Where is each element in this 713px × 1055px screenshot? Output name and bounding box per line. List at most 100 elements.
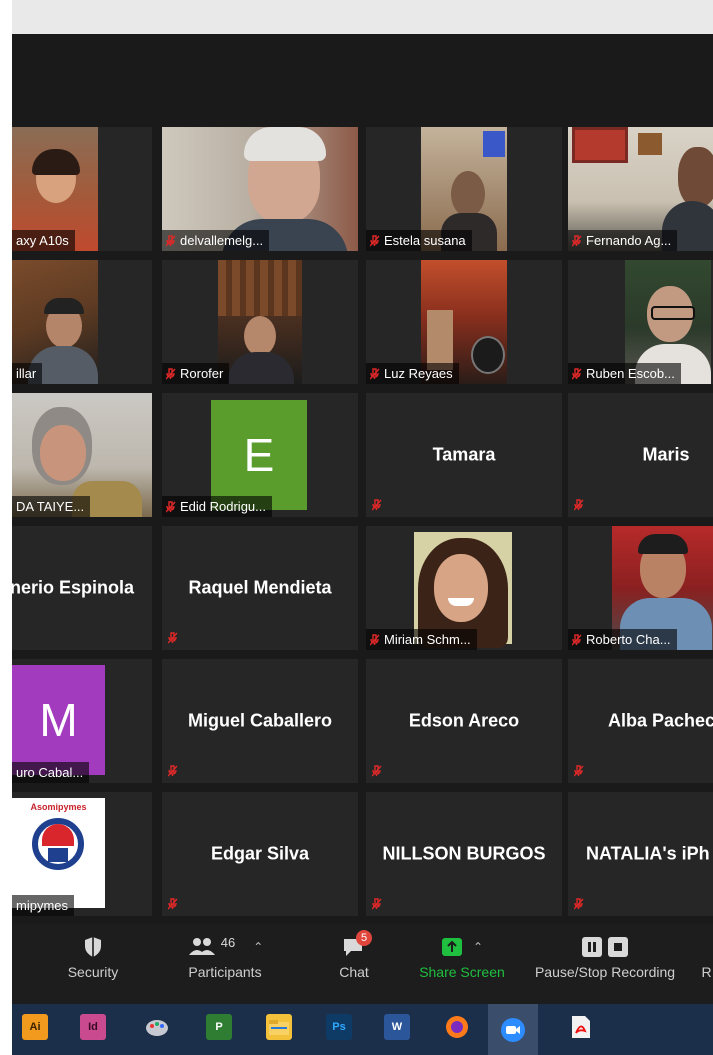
participants-button[interactable]: 46 ⌃ Participants (180, 930, 270, 981)
participant-name-label: delvallemelg... (162, 230, 270, 251)
participant-tile[interactable]: Miguel Caballero (162, 659, 358, 783)
photoshop-icon[interactable]: Ps (326, 1014, 352, 1040)
muted-mic-icon (370, 367, 380, 380)
pause-stop-recording-label: Pause/Stop Recording (534, 964, 676, 980)
participant-name-label: mipymes (12, 895, 75, 916)
participant-tile[interactable]: Edson Areco (366, 659, 562, 783)
participant-name-label: Edid Rodrigu... (162, 496, 272, 517)
word-icon[interactable]: W (384, 1014, 410, 1040)
participant-tile[interactable]: Maris (568, 393, 713, 517)
participant-tile[interactable]: illar (12, 260, 152, 384)
paint-icon[interactable] (144, 1014, 170, 1040)
share-screen-label: Share Screen (419, 964, 505, 980)
participant-name-label: Ruben Escob... (568, 363, 681, 384)
people-icon (188, 938, 215, 955)
muted-mic-icon (574, 898, 584, 910)
participant-tile[interactable]: Raquel Mendieta (162, 526, 358, 650)
participants-label: Participants (188, 964, 262, 980)
muted-mic-icon (168, 765, 178, 777)
participant-tile[interactable]: Rorofer (162, 260, 358, 384)
indesign-icon[interactable]: Id (80, 1014, 106, 1040)
muted-mic-icon (372, 499, 382, 511)
participant-tile[interactable]: Luz Reyaes (366, 260, 562, 384)
participant-tile[interactable]: axy A10s (12, 127, 152, 251)
participant-avatar: E (211, 400, 307, 510)
participant-name: NATALIA's iPh (586, 843, 710, 864)
pause-icon (582, 937, 602, 957)
participant-name-label: Luz Reyaes (366, 363, 459, 384)
windows-taskbar: Ai Id P Ps W (12, 1004, 713, 1055)
muted-mic-icon (168, 898, 178, 910)
muted-mic-icon (166, 500, 176, 513)
truncated-toolbar-label: R (701, 964, 712, 980)
truncated-toolbar-button[interactable]: R (700, 930, 713, 980)
project-icon[interactable]: P (206, 1014, 232, 1040)
firefox-icon[interactable] (444, 1014, 470, 1040)
participant-name-label: Fernando Ag... (568, 230, 678, 251)
participant-tile[interactable]: delvallemelg... (162, 127, 358, 251)
share-screen-button[interactable]: ⌃ Share Screen (416, 930, 508, 980)
file-explorer-icon[interactable] (266, 1014, 292, 1040)
participant-tile[interactable]: DA TAIYE... (12, 393, 152, 517)
participant-tile[interactable]: Miriam Schm... (366, 526, 562, 650)
share-screen-icon (441, 938, 462, 956)
participant-name-label: Roberto Cha... (568, 629, 677, 650)
muted-mic-icon (372, 765, 382, 777)
pause-stop-recording-button[interactable]: Pause/Stop Recording (530, 930, 680, 980)
participant-name: Edgar Silva (210, 843, 310, 864)
participant-tile[interactable]: Roberto Cha... (568, 526, 713, 650)
acrobat-icon[interactable] (568, 1014, 594, 1040)
participant-tile[interactable]: Alba Pacheco (568, 659, 713, 783)
zoom-icon[interactable] (488, 1004, 538, 1055)
participant-tile[interactable]: Asomipymes mipymes (12, 792, 152, 916)
security-button[interactable]: Security (58, 930, 128, 980)
participant-name-label: uro Cabal... (12, 762, 90, 783)
participant-avatar: M (12, 665, 105, 775)
participant-name-label: axy A10s (12, 230, 75, 251)
muted-mic-icon (370, 234, 380, 247)
muted-mic-icon (166, 367, 176, 380)
participant-name: Raquel Mendieta (188, 577, 332, 598)
participant-tile[interactable]: NILLSON BURGOS (366, 792, 562, 916)
meeting-controls-toolbar: Security 46 ⌃ Participants 5 Chat ⌃ Shar… (12, 924, 713, 1004)
participant-name: Alba Pacheco (608, 710, 713, 731)
participant-tile[interactable]: NATALIA's iPh (568, 792, 713, 916)
muted-mic-icon (372, 898, 382, 910)
participant-tile[interactable]: Tamara (366, 393, 562, 517)
illustrator-icon[interactable]: Ai (22, 1014, 48, 1040)
zoom-gallery-view: axy A10s delvallemelg... Estela susana F… (12, 34, 713, 1002)
window-top-bar (0, 0, 713, 34)
participant-tile[interactable]: Ruben Escob... (568, 260, 713, 384)
chat-button[interactable]: 5 Chat (324, 930, 384, 980)
chat-label: Chat (339, 964, 369, 980)
participants-count: 46 (220, 934, 236, 950)
participant-tile[interactable]: nerio Espinola (12, 526, 152, 650)
left-screen-edge (0, 0, 12, 1055)
participant-video (218, 260, 302, 384)
muted-mic-icon (572, 367, 582, 380)
chevron-up-icon[interactable]: ⌃ (253, 940, 263, 954)
participant-name: NILLSON BURGOS (382, 843, 546, 864)
participant-name-label: DA TAIYE... (12, 496, 91, 517)
participant-tile[interactable]: M uro Cabal... (12, 659, 152, 783)
muted-mic-icon (574, 765, 584, 777)
muted-mic-icon (572, 633, 582, 646)
participant-name-label: Miriam Schm... (366, 629, 477, 650)
participant-tile[interactable]: Fernando Ag... (568, 127, 713, 251)
participant-tile[interactable]: Estela susana (366, 127, 562, 251)
participant-name: Miguel Caballero (187, 710, 333, 731)
participant-video (414, 532, 512, 648)
chevron-up-icon[interactable]: ⌃ (473, 940, 483, 954)
muted-mic-icon (168, 632, 178, 644)
muted-mic-icon (166, 234, 176, 247)
participant-tile[interactable]: E Edid Rodrigu... (162, 393, 358, 517)
participant-name: Edson Areco (408, 710, 520, 731)
participant-tile[interactable]: Edgar Silva (162, 792, 358, 916)
muted-mic-icon (370, 633, 380, 646)
shield-icon (85, 937, 101, 957)
participant-name-label: illar (12, 363, 43, 384)
stop-icon (608, 937, 628, 957)
participant-name: Tamara (432, 444, 496, 465)
organization-logo: Asomipymes (12, 798, 105, 908)
muted-mic-icon (574, 499, 584, 511)
